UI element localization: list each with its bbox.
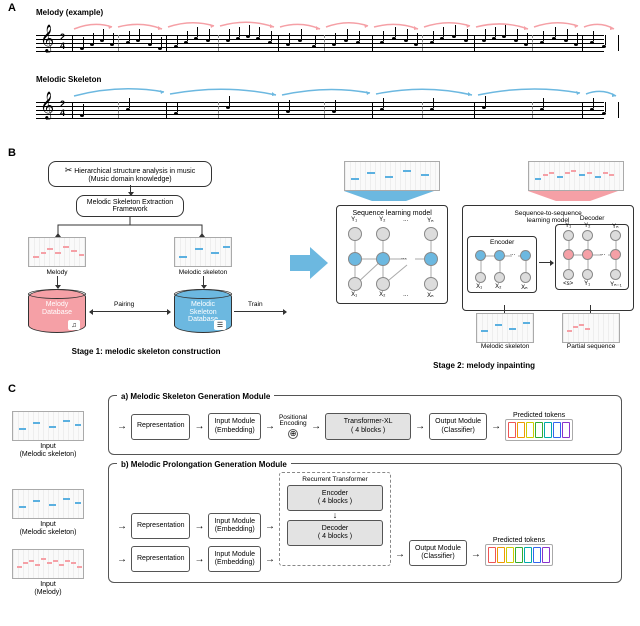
skeleton-database: Melodic Skeleton Database ☰	[174, 289, 232, 333]
output-module-box: Output Module (Classifier)	[409, 540, 467, 566]
representation-box: Representation	[131, 546, 190, 572]
encoder-box: Encoder ( 4 blocks )	[287, 485, 383, 511]
arrow-right-icon: →	[265, 421, 275, 432]
arrow-right-icon: →	[471, 549, 481, 560]
arrow-right-icon: →	[194, 554, 204, 565]
stage-arrow-icon	[290, 245, 330, 283]
treble-clef-icon: 𝄞	[40, 94, 54, 118]
music-note-icon: ♫	[68, 320, 80, 330]
module-b: b) Melodic Prolongation Generation Modul…	[108, 463, 622, 583]
plus-icon: ⊕	[288, 429, 298, 439]
mini-melody-pianoroll	[28, 237, 86, 267]
arrow-right-icon: →	[265, 521, 275, 532]
transformer-xl-box: Transformer-XL ( 4 blocks )	[325, 413, 411, 439]
arrow-right-icon: →	[491, 421, 501, 432]
recurrent-transformer-box: Recurrent Transformer Encoder ( 4 blocks…	[279, 472, 391, 566]
train-label: Train	[246, 301, 265, 308]
arrow-right-icon: →	[265, 554, 275, 565]
treble-clef-icon: 𝄞	[40, 27, 54, 51]
arrow-down-icon: ↓	[284, 511, 386, 520]
representation-box: Representation	[131, 513, 190, 539]
arrow-right-icon: →	[117, 554, 127, 565]
skeleton-pianoroll-top	[344, 161, 440, 191]
partial-seq-input	[562, 313, 620, 343]
representation-box: Representation	[131, 414, 190, 440]
input-module-box: Input Module (Embedding)	[208, 513, 260, 539]
module-a-title: a) Melodic Skeleton Generation Module	[117, 392, 274, 401]
output-module-box: Output Module (Classifier)	[429, 413, 487, 439]
domain-knowledge-box: ✂ Hierarchical structure analysis in mus…	[48, 161, 212, 187]
arrow-right-icon: →	[311, 421, 321, 432]
predicted-label: Predicted tokens	[493, 537, 545, 544]
input-module-box: Input Module (Embedding)	[208, 546, 260, 572]
melody-staff: 𝄞 24	[36, 19, 604, 69]
input-skeleton-b: Input (Melodic skeleton)	[12, 489, 84, 536]
skeleton-staff: 𝄞 24	[36, 86, 604, 136]
decoder-box: Decoder ( 4 blocks )	[287, 520, 383, 546]
melody-label: Melody	[28, 269, 86, 276]
panel-b: B ✂ Hierarchical structure analysis in m…	[0, 145, 640, 381]
seq2seq-box: Sequence-to-sequence learning model Enco…	[462, 205, 634, 311]
stage2-caption: Stage 2: melody inpainting	[336, 361, 632, 370]
module-a: a) Melodic Skeleton Generation Module → …	[108, 395, 622, 455]
panel-a-label: A	[8, 2, 16, 14]
input-module-box: Input Module (Embedding)	[208, 413, 260, 439]
decoder-label: Decoder	[556, 215, 628, 222]
stage1-caption: Stage 1: melodic skeleton construction	[8, 347, 284, 356]
panel-b-label: B	[8, 147, 16, 159]
melody-title: Melody (example)	[36, 8, 632, 17]
seq-model-box: Sequence learning model Y₁ Y₂ ... Yₙ ...	[336, 205, 448, 304]
panel-a: A Melody (example) 𝄞 24	[0, 0, 640, 145]
scissors-icon: ✂	[65, 165, 73, 175]
figure: A Melody (example) 𝄞 24	[0, 0, 640, 626]
pairing-label: Pairing	[112, 301, 136, 308]
encoder-label: Encoder	[470, 239, 534, 246]
panel-c: C Input (Melodic skeleton) a) Melodic Sk…	[0, 381, 640, 626]
arrow-right-icon: →	[117, 421, 127, 432]
arrow-right-icon: →	[194, 521, 204, 532]
mini-skeleton-pianoroll	[174, 237, 232, 267]
input-melody-b: Input (Melody)	[12, 549, 84, 596]
skeleton-label: Melodic skeleton	[174, 269, 232, 276]
document-icon: ☰	[214, 320, 226, 330]
timesig-bot: 4	[60, 42, 65, 51]
positional-encoding: Positional Encoding ⊕	[279, 415, 307, 439]
input-skeleton-a: Input (Melodic skeleton)	[12, 411, 84, 458]
melody-database: Melody Database ♫	[28, 289, 86, 333]
predicted-tokens	[485, 544, 553, 566]
framework-box: Melodic Skeleton Extraction Framework	[76, 195, 184, 217]
melody-pianoroll-top	[528, 161, 624, 191]
predicted-label: Predicted tokens	[513, 412, 565, 419]
skeleton-title: Melodic Skeleton	[36, 75, 632, 84]
module-b-title: b) Melodic Prolongation Generation Modul…	[117, 460, 291, 469]
arrow-right-icon: →	[415, 421, 425, 432]
predicted-tokens	[505, 419, 573, 441]
arrow-right-icon: →	[395, 549, 405, 560]
arrow-right-icon: →	[117, 521, 127, 532]
arrow-right-icon: →	[194, 421, 204, 432]
skeleton-input-bottom	[476, 313, 534, 343]
panel-c-label: C	[8, 383, 16, 395]
